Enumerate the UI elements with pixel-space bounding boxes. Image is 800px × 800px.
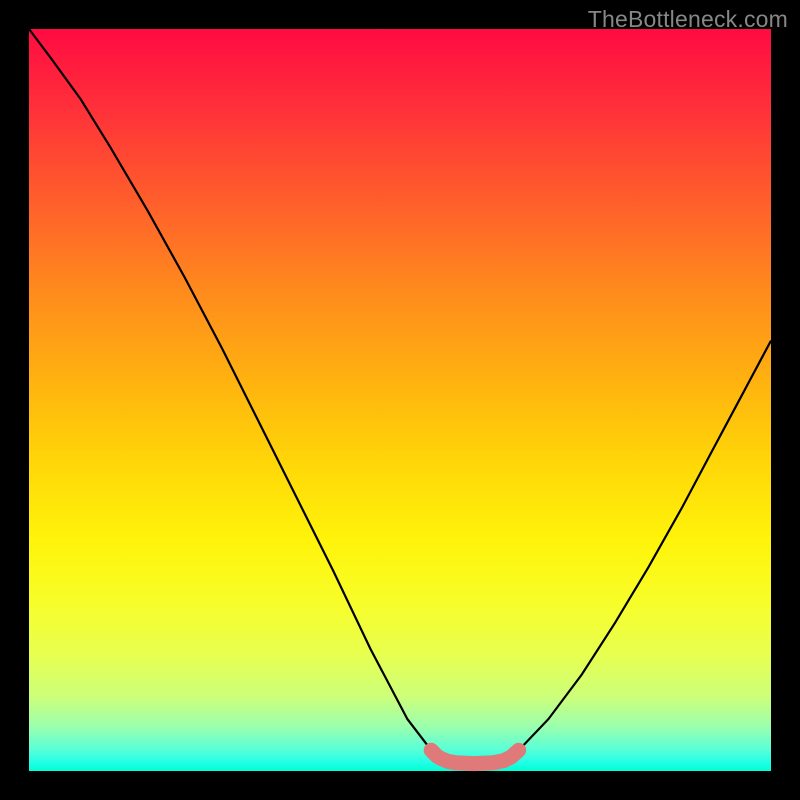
chart-frame: TheBottleneck.com <box>0 0 800 800</box>
valley-floor-marker <box>431 750 519 763</box>
curve-right-branch <box>519 341 771 751</box>
curve-left-branch <box>29 29 431 750</box>
chart-curves <box>29 29 771 771</box>
